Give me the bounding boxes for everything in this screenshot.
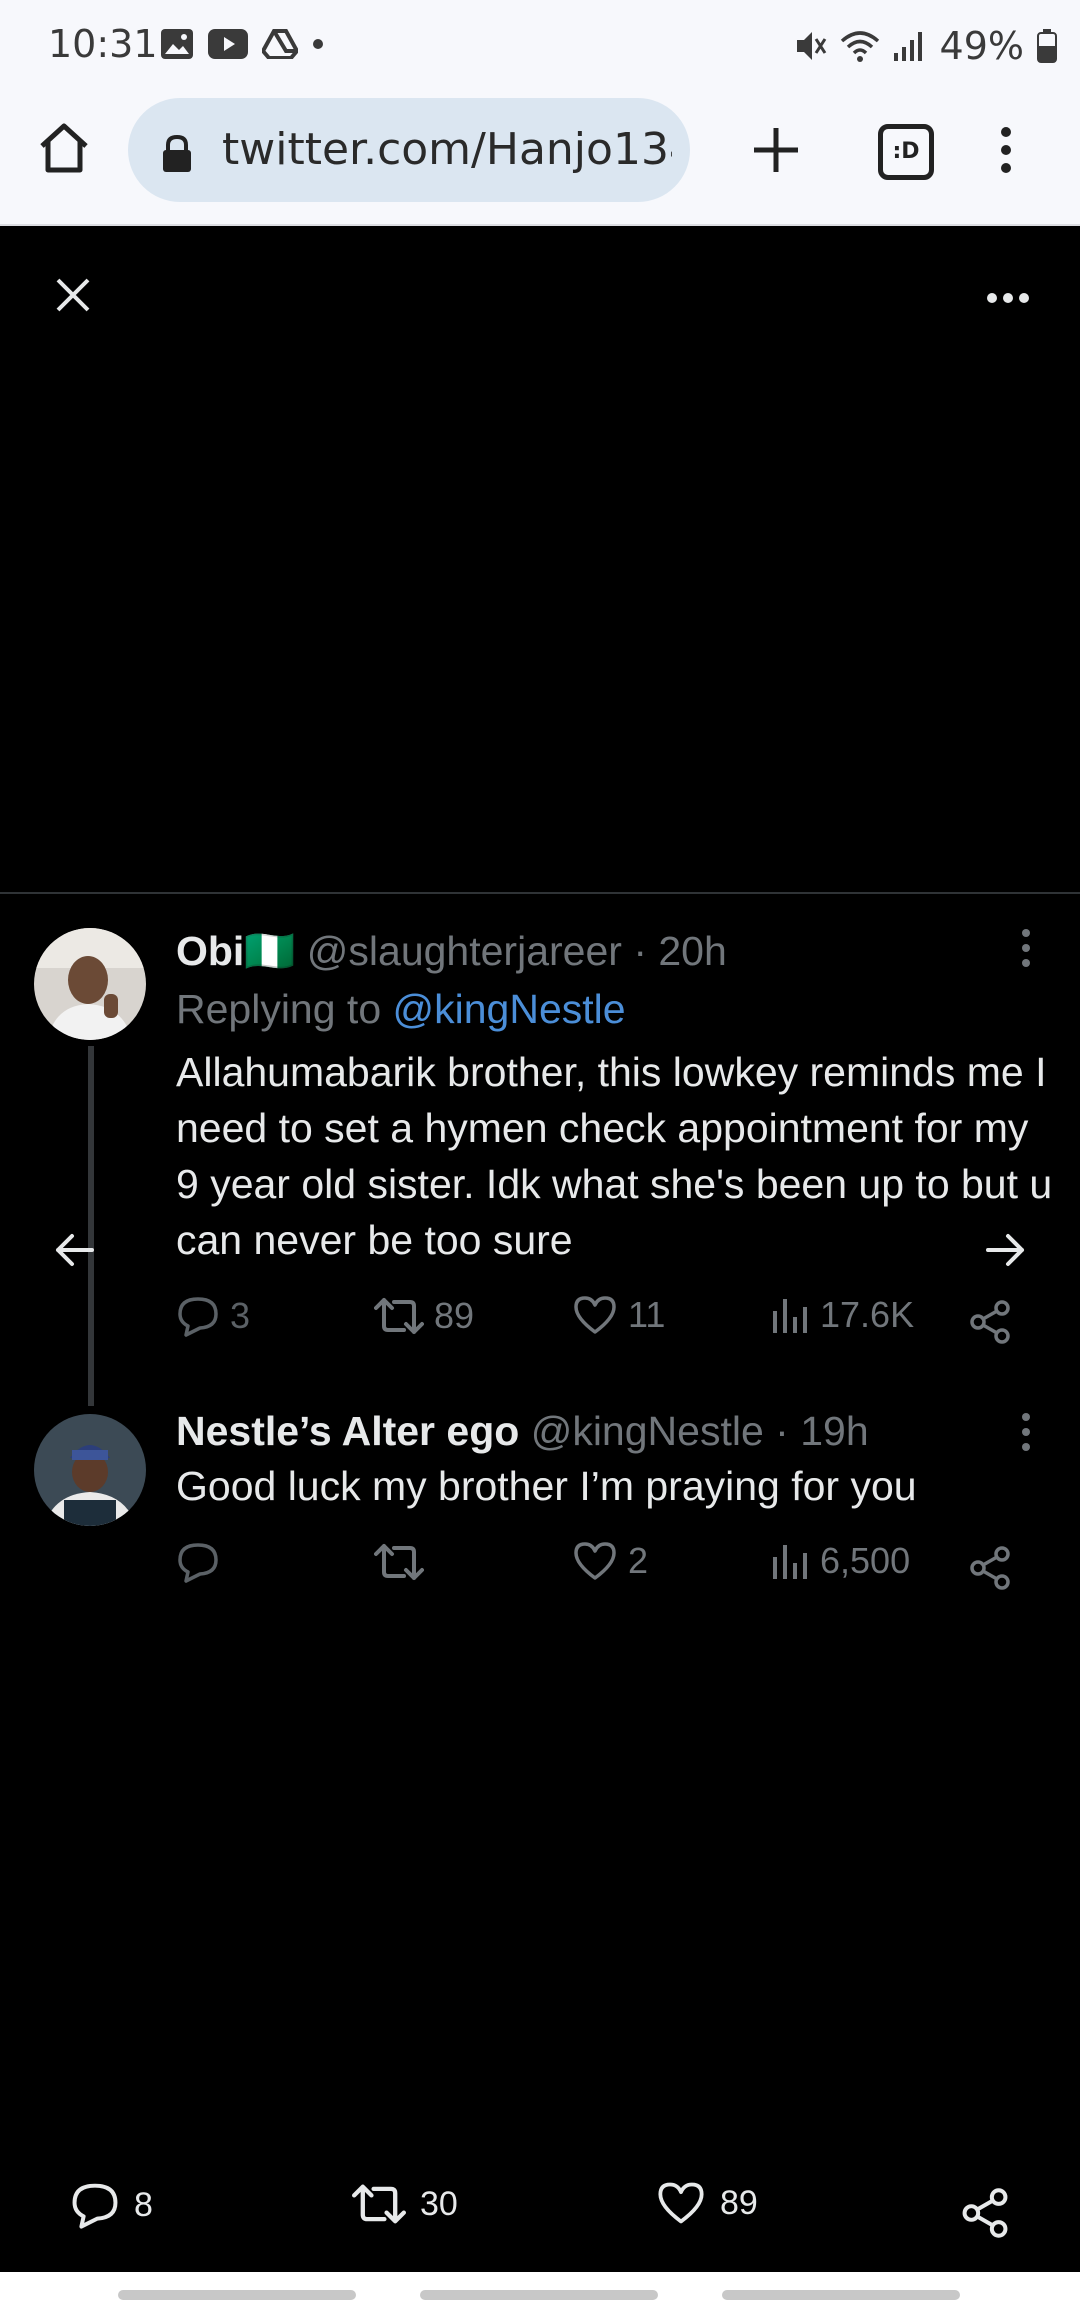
replying-to: Replying to @kingNestle [176,986,626,1033]
heart-icon [574,1296,616,1334]
retweet-icon [374,1544,424,1580]
reply-count: 3 [230,1295,251,1336]
mute-icon [796,32,826,60]
replying-to-label: Replying to [176,986,393,1032]
close-icon[interactable] [50,272,96,318]
browser-menu-icon[interactable] [996,126,1016,174]
signal-icon [893,32,922,61]
dot-icon [313,39,323,49]
display-name[interactable]: Obi🇳🇬 [176,928,295,974]
tweet-text: Allahumabarik brother, this lowkey remin… [176,1049,1053,1263]
handle[interactable]: @slaughterjareer [307,928,622,974]
divider [0,892,1080,894]
reply-button[interactable]: 8 [70,2180,153,2230]
avatar[interactable] [34,1414,146,1526]
tweet-actions: 2 6,500 [176,1540,1036,1600]
reply-button[interactable] [176,1540,230,1584]
display-name[interactable]: Nestle’s Alter ego [176,1408,519,1454]
status-bar: 10:31 49% [0,0,1080,90]
like-count: 2 [628,1540,649,1581]
views-icon [773,1299,807,1333]
url-text[interactable]: twitter.com/Hanjo134 [222,124,672,175]
mention-link[interactable]: @kingNestle [393,986,626,1032]
heart-icon [574,1542,616,1580]
retweet-button[interactable] [374,1540,434,1584]
reply-icon [72,2183,118,2229]
retweet-count: 30 [420,2184,458,2223]
timestamp[interactable]: · 19h [775,1408,868,1454]
share-icon[interactable] [968,1546,1012,1590]
lock-icon[interactable] [160,134,194,174]
views-button[interactable]: 17.6K [770,1294,914,1336]
tweet-header: Obi🇳🇬 @slaughterjareer · 20h [176,928,727,976]
views-button[interactable]: 6,500 [770,1540,910,1582]
view-count: 6,500 [820,1540,911,1581]
avatar[interactable] [34,928,146,1040]
reply-count: 8 [134,2185,153,2224]
handle[interactable]: @kingNestle [531,1408,764,1454]
like-button[interactable]: 2 [572,1540,648,1582]
gesture-navigation-bar [0,2272,1080,2316]
next-arrow-icon[interactable] [986,1232,1026,1268]
gallery-icon [161,29,193,59]
view-count: 17.6K [820,1294,915,1335]
media-action-bar: 8 30 89 [0,2180,1080,2250]
wifi-icon [840,31,879,62]
tweet-actions: 3 89 11 17.6K [176,1294,1036,1354]
home-icon[interactable] [34,118,94,178]
system-icons: 49% [794,24,1058,68]
new-tab-icon[interactable] [748,122,804,178]
tweet-header: Nestle’s Alter ego @kingNestle · 19h [176,1408,869,1455]
battery-percent: 49% [939,24,1024,68]
retweet-button[interactable]: 30 [352,2180,458,2228]
status-time: 10:31 [48,22,158,66]
reply-icon [178,1297,218,1337]
like-button[interactable]: 11 [572,1294,665,1336]
tweet-menu-icon[interactable] [1020,1412,1032,1452]
heart-icon [658,2182,704,2224]
like-count: 11 [628,1294,666,1335]
youtube-icon [208,29,248,59]
share-icon[interactable] [968,1300,1012,1344]
drive-icon [262,29,298,59]
thread-line [88,1046,94,1406]
browser-toolbar: twitter.com/Hanjo134 :D [0,90,1080,226]
retweet-button[interactable]: 89 [374,1294,474,1338]
nav-pill-home[interactable] [420,2290,658,2300]
tab-switcher-button[interactable]: :D [878,124,934,180]
address-bar[interactable]: twitter.com/Hanjo134 [128,98,690,202]
nav-pill-recents[interactable] [118,2290,356,2300]
like-button[interactable]: 89 [656,2180,758,2226]
like-count: 89 [720,2183,758,2222]
tweet-menu-icon[interactable] [1020,928,1032,968]
timestamp[interactable]: · 20h [633,928,726,974]
views-icon [773,1545,807,1579]
notification-icons [160,28,324,60]
reply-button[interactable]: 3 [176,1294,250,1338]
retweet-icon [374,1298,424,1334]
tweet-text: Good luck my brother I’m praying for you [176,1463,917,1509]
nav-pill-back[interactable] [722,2290,960,2300]
share-icon[interactable] [960,2188,1010,2238]
battery-icon [1037,29,1057,63]
more-options-icon[interactable] [986,292,1030,304]
retweet-icon [352,2184,406,2224]
reply-icon [178,1543,218,1583]
retweet-count: 89 [434,1295,475,1336]
previous-arrow-icon[interactable] [54,1232,94,1268]
